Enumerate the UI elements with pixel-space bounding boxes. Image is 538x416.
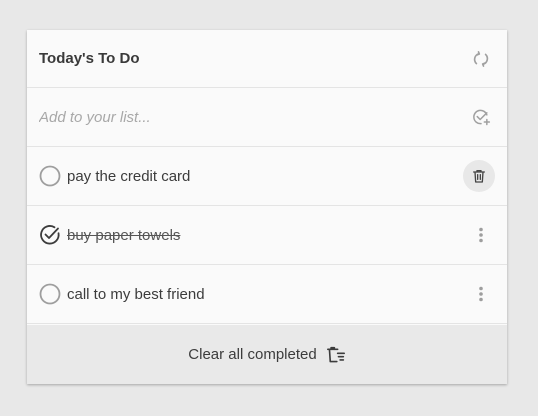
clear-completed-label: Clear all completed xyxy=(188,346,317,363)
more-vertical-icon[interactable] xyxy=(470,283,492,305)
todo-item[interactable]: buy paper towels xyxy=(27,206,507,265)
unchecked-circle-icon[interactable] xyxy=(39,283,61,305)
todo-item-text: call to my best friend xyxy=(67,285,205,303)
add-item-row xyxy=(27,88,507,147)
todo-header: Today's To Do xyxy=(27,30,507,88)
checked-circle-icon[interactable] xyxy=(39,224,61,246)
unchecked-circle-icon[interactable] xyxy=(39,165,61,187)
add-task-icon[interactable] xyxy=(470,106,492,128)
delete-button[interactable] xyxy=(463,160,495,192)
page-title: Today's To Do xyxy=(39,50,140,67)
clear-completed-icon xyxy=(326,346,346,364)
todo-item[interactable]: call to my best friend xyxy=(27,265,507,324)
add-item-input[interactable] xyxy=(39,108,439,126)
clear-completed-button[interactable]: Clear all completed xyxy=(27,325,507,384)
trash-icon xyxy=(471,168,487,184)
todo-item-text: buy paper towels xyxy=(67,226,181,244)
todo-item-text: pay the credit card xyxy=(67,167,191,185)
sync-icon[interactable] xyxy=(470,48,492,70)
todo-card: Today's To Do pay the credit card xyxy=(27,30,507,384)
more-vertical-icon[interactable] xyxy=(470,224,492,246)
todo-item[interactable]: pay the credit card xyxy=(27,147,507,206)
